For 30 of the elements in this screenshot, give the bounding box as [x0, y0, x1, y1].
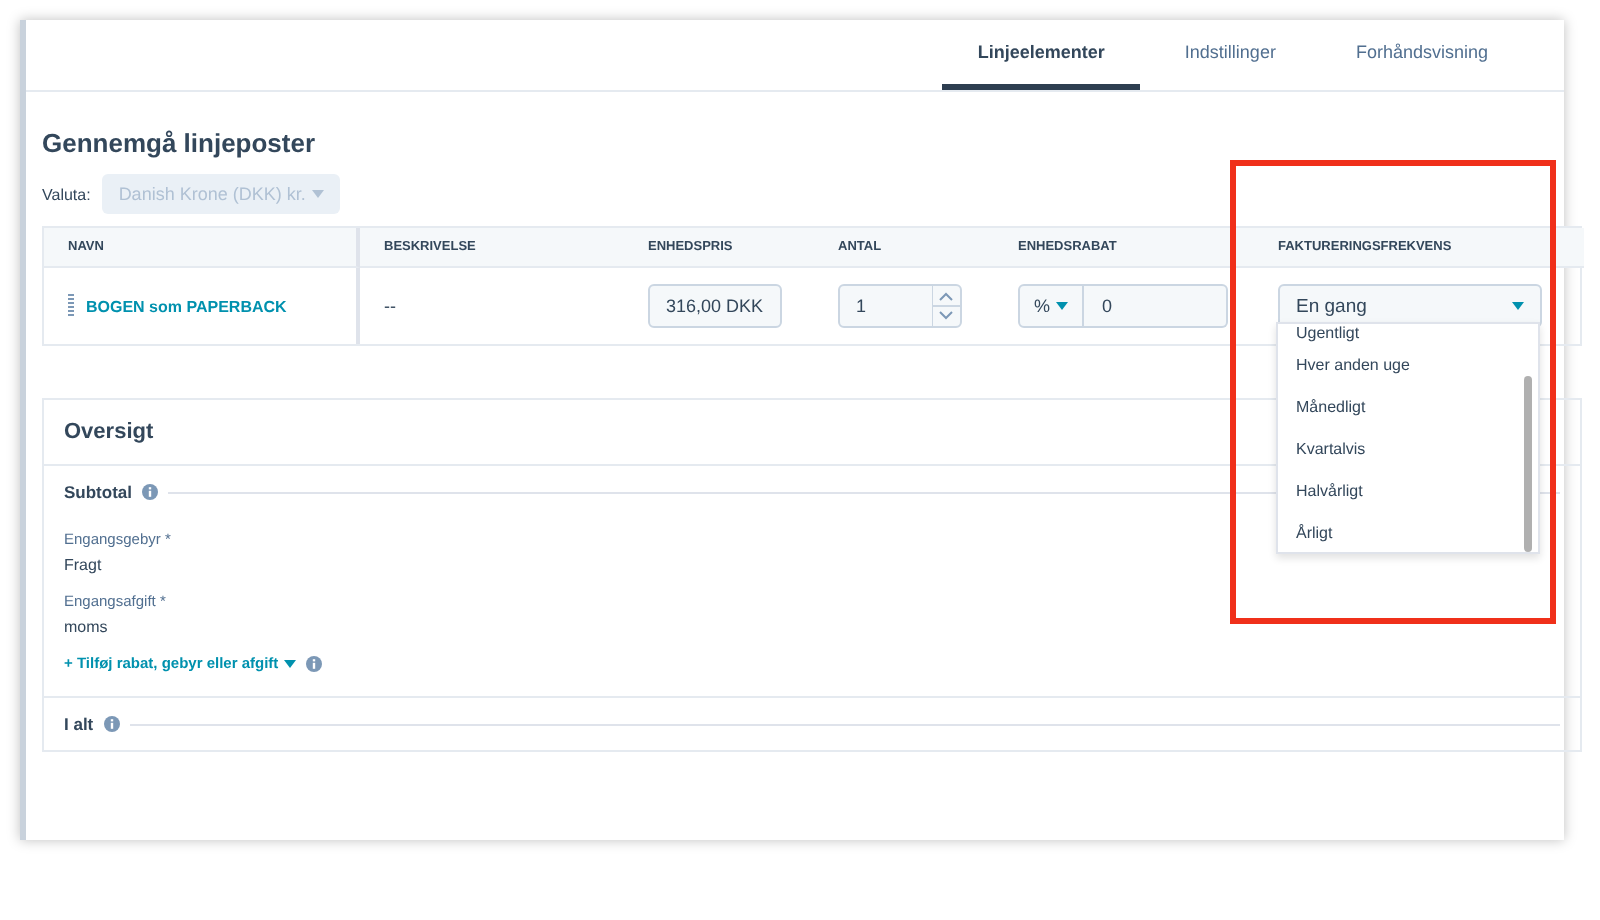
stepper-icon[interactable]: [932, 286, 960, 326]
tab[interactable]: Forhåndsvisning: [1319, 20, 1524, 90]
total-label: I alt: [64, 714, 94, 734]
scrollbar[interactable]: [1524, 376, 1532, 552]
unit-price-field[interactable]: 316,00 DKK: [648, 284, 782, 328]
description-cell: --: [384, 296, 396, 316]
caret-icon: [311, 190, 324, 198]
tab[interactable]: Indstillinger: [1148, 20, 1312, 90]
tab[interactable]: Linjeelementer: [941, 20, 1141, 90]
discount-field[interactable]: 0: [1084, 284, 1229, 328]
field-value: Fragt: [64, 556, 102, 574]
caret-icon: [284, 659, 297, 667]
product-link[interactable]: BOGEN som PAPERBACK: [86, 297, 287, 315]
field-value: moms: [64, 618, 108, 636]
subtotal-label: Subtotal: [64, 482, 132, 502]
info-icon: [306, 655, 323, 671]
caret-icon: [1056, 302, 1069, 310]
section-title: Gennemgå linjeposter: [42, 128, 318, 158]
currency-label: Valuta:: [42, 185, 91, 203]
dropdown-option[interactable]: Kvartalvis: [1278, 428, 1538, 470]
discount-type-select[interactable]: %: [1018, 284, 1085, 328]
info-icon: [103, 716, 120, 732]
info-icon: [142, 484, 158, 500]
dropdown-option[interactable]: Ugentligt: [1278, 324, 1538, 344]
dropdown-option[interactable]: Årligt: [1278, 512, 1538, 552]
caret-icon: [1512, 302, 1524, 310]
drag-handle-icon[interactable]: [68, 294, 74, 318]
dropdown-option[interactable]: Halvårligt: [1278, 470, 1538, 512]
quantity-field[interactable]: 1: [838, 284, 962, 328]
dropdown-option[interactable]: Hver anden uge: [1278, 344, 1538, 386]
